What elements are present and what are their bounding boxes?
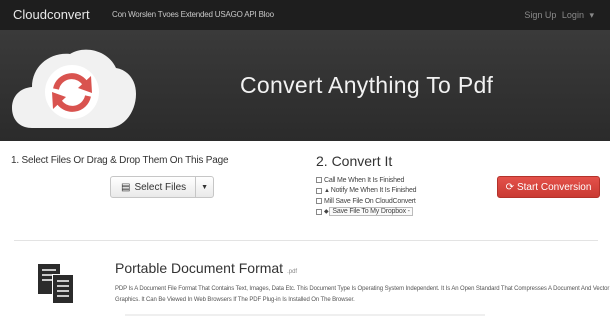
step1-title: 1. Select Files Or Drag & Drop Them On T… — [11, 155, 229, 166]
login-link[interactable]: Login — [562, 10, 584, 20]
select-files-button[interactable]: ▤ Select Files — [111, 177, 197, 197]
bottom-divider — [125, 314, 485, 316]
select-files-label: Select Files — [134, 181, 187, 193]
start-conversion-label: Start Conversion — [516, 181, 592, 193]
refresh-icon: ⟳ — [505, 181, 514, 193]
option-label: Notify Me When It Is Finished — [330, 187, 417, 195]
format-name: Portable Document Format — [115, 260, 284, 276]
brand-logo-text[interactable]: Cloudconvert — [13, 7, 90, 22]
section-divider — [14, 240, 598, 241]
upload-files-icon: ▤ — [121, 181, 131, 193]
select-files-button-group: ▤ Select Files ▼ — [110, 176, 215, 198]
option-save-dropbox[interactable]: ◆ Save File To My Dropbox - — [316, 207, 424, 218]
dropbox-icon: ◆ — [324, 209, 329, 216]
checkbox[interactable] — [316, 198, 322, 205]
bell-icon: ▲ — [324, 187, 330, 194]
step2-title: 2. Convert It — [316, 153, 393, 169]
format-title: Portable Document Format .pdf — [115, 260, 297, 276]
nav-links[interactable]: Con Worslen Tvoes Extended USAGO API Blo… — [112, 10, 274, 19]
document-stack-icon — [36, 263, 78, 310]
hero-banner: Convert Anything To Pdf — [0, 30, 610, 141]
format-description: PDP Is A Document File Format That Conta… — [115, 286, 610, 303]
option-label: Call Me When It Is Finished — [324, 176, 405, 184]
select-source-dropdown[interactable]: ▼ — [196, 177, 213, 197]
hero-title: Convert Anything To Pdf — [240, 72, 494, 98]
checkbox[interactable] — [316, 177, 322, 184]
cloud-refresh-icon — [12, 44, 136, 135]
start-conversion-button[interactable]: ⟳ Start Conversion — [497, 176, 600, 198]
option-notify-me[interactable]: ▲ Notify Me When It Is Finished — [316, 186, 424, 197]
checkbox[interactable] — [316, 187, 322, 194]
sign-up-link[interactable]: Sign Up — [524, 10, 556, 20]
account-links: Sign Up Login ▾ — [521, 10, 594, 21]
chevron-down-icon[interactable]: ▾ — [589, 10, 594, 20]
conversion-options: Call Me When It Is Finished ▲ Notify Me … — [316, 175, 424, 217]
top-navbar: Cloudconvert Con Worslen Tvoes Extended … — [0, 0, 610, 30]
caret-down-icon: ▼ — [201, 183, 209, 191]
format-extension: .pdf — [287, 269, 298, 275]
option-label: Mill Save File On CloudConvert — [324, 197, 416, 205]
option-call-me[interactable]: Call Me When It Is Finished — [316, 175, 424, 186]
dropbox-select[interactable]: Save File To My Dropbox - — [329, 207, 413, 217]
option-save-cloudconvert[interactable]: Mill Save File On CloudConvert — [316, 196, 424, 207]
checkbox[interactable] — [316, 208, 322, 215]
